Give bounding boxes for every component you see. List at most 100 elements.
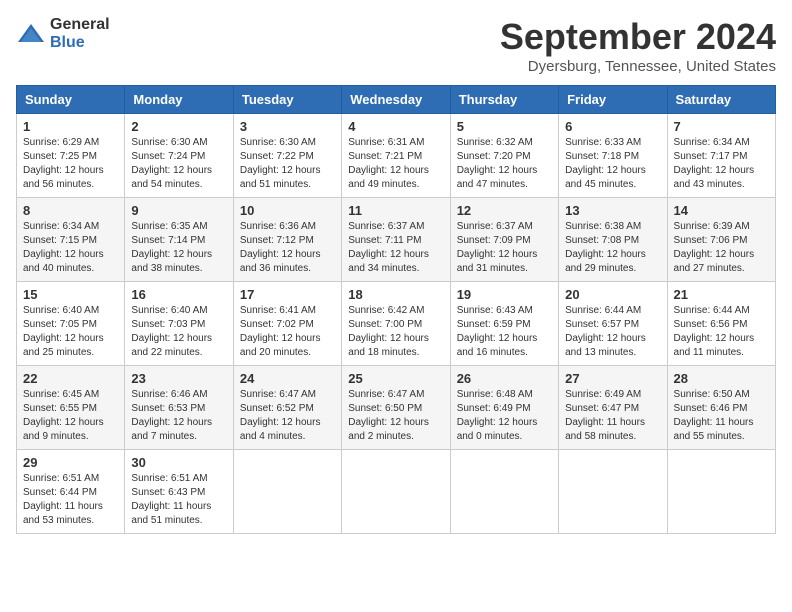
calendar-cell: 8 Sunrise: 6:34 AM Sunset: 7:15 PM Daylig… [17, 198, 125, 282]
day-number: 13 [565, 203, 660, 218]
day-info: Sunrise: 6:30 AM Sunset: 7:22 PM Dayligh… [240, 136, 335, 192]
calendar-cell: 27Sunrise: 6:49 AM Sunset: 6:47 PM Dayli… [559, 366, 667, 450]
day-info: Sunrise: 6:51 AM Sunset: 6:43 PM Dayligh… [131, 472, 226, 528]
calendar-cell: 25Sunrise: 6:47 AM Sunset: 6:50 PM Dayli… [342, 366, 450, 450]
calendar-cell: 3 Sunrise: 6:30 AM Sunset: 7:22 PM Daylig… [233, 114, 341, 198]
day-number: 20 [565, 287, 660, 302]
day-number: 11 [348, 203, 443, 218]
day-number: 28 [674, 371, 769, 386]
day-info: Sunrise: 6:34 AM Sunset: 7:17 PM Dayligh… [674, 136, 769, 192]
calendar-cell: 18 Sunrise: 6:42 AM Sunset: 7:00 PM Dayli… [342, 282, 450, 366]
calendar-week-5: 29 Sunrise: 6:51 AM Sunset: 6:44 PM Dayli… [17, 450, 776, 534]
day-info: Sunrise: 6:48 AM Sunset: 6:49 PM Dayligh… [457, 388, 552, 444]
day-info: Sunrise: 6:31 AM Sunset: 7:21 PM Dayligh… [348, 136, 443, 192]
calendar-cell: 19Sunrise: 6:43 AM Sunset: 6:59 PM Dayli… [450, 282, 558, 366]
calendar-cell: 10 Sunrise: 6:36 AM Sunset: 7:12 PM Dayli… [233, 198, 341, 282]
weekday-header-tuesday: Tuesday [233, 86, 341, 114]
weekday-header-sunday: Sunday [17, 86, 125, 114]
calendar-cell: 7 Sunrise: 6:34 AM Sunset: 7:17 PM Daylig… [667, 114, 775, 198]
day-info: Sunrise: 6:38 AM Sunset: 7:08 PM Dayligh… [565, 220, 660, 276]
logo: General Blue [16, 16, 110, 52]
day-info: Sunrise: 6:44 AM Sunset: 6:57 PM Dayligh… [565, 304, 660, 360]
day-number: 18 [348, 287, 443, 302]
calendar-cell: 13 Sunrise: 6:38 AM Sunset: 7:08 PM Dayli… [559, 198, 667, 282]
day-number: 4 [348, 119, 443, 134]
calendar-cell: 2 Sunrise: 6:30 AM Sunset: 7:24 PM Daylig… [125, 114, 233, 198]
calendar-cell: 29 Sunrise: 6:51 AM Sunset: 6:44 PM Dayli… [17, 450, 125, 534]
day-number: 30 [131, 455, 226, 470]
day-info: Sunrise: 6:32 AM Sunset: 7:20 PM Dayligh… [457, 136, 552, 192]
day-number: 21 [674, 287, 769, 302]
day-info: Sunrise: 6:47 AM Sunset: 6:52 PM Dayligh… [240, 388, 335, 444]
calendar-week-1: 1 Sunrise: 6:29 AM Sunset: 7:25 PM Daylig… [17, 114, 776, 198]
calendar-cell: 28 Sunrise: 6:50 AM Sunset: 6:46 PM Dayli… [667, 366, 775, 450]
calendar-cell: 11 Sunrise: 6:37 AM Sunset: 7:11 PM Dayli… [342, 198, 450, 282]
weekday-header-saturday: Saturday [667, 86, 775, 114]
day-info: Sunrise: 6:41 AM Sunset: 7:02 PM Dayligh… [240, 304, 335, 360]
day-number: 7 [674, 119, 769, 134]
day-info: Sunrise: 6:34 AM Sunset: 7:15 PM Dayligh… [23, 220, 118, 276]
day-number: 22 [23, 371, 118, 386]
calendar-week-4: 22 Sunrise: 6:45 AM Sunset: 6:55 PM Dayli… [17, 366, 776, 450]
day-info: Sunrise: 6:43 AM Sunset: 6:59 PM Dayligh… [457, 304, 552, 360]
day-number: 26 [457, 371, 552, 386]
calendar-cell: 9 Sunrise: 6:35 AM Sunset: 7:14 PM Daylig… [125, 198, 233, 282]
calendar-cell [450, 450, 558, 534]
day-info: Sunrise: 6:33 AM Sunset: 7:18 PM Dayligh… [565, 136, 660, 192]
weekday-header-wednesday: Wednesday [342, 86, 450, 114]
day-number: 10 [240, 203, 335, 218]
day-number: 24 [240, 371, 335, 386]
day-number: 9 [131, 203, 226, 218]
logo-blue: Blue [50, 34, 85, 51]
day-info: Sunrise: 6:50 AM Sunset: 6:46 PM Dayligh… [674, 388, 769, 444]
weekday-header-monday: Monday [125, 86, 233, 114]
day-info: Sunrise: 6:45 AM Sunset: 6:55 PM Dayligh… [23, 388, 118, 444]
day-number: 16 [131, 287, 226, 302]
calendar-cell [342, 450, 450, 534]
calendar-table: SundayMondayTuesdayWednesdayThursdayFrid… [16, 85, 776, 534]
calendar-cell: 22 Sunrise: 6:45 AM Sunset: 6:55 PM Dayli… [17, 366, 125, 450]
day-info: Sunrise: 6:47 AM Sunset: 6:50 PM Dayligh… [348, 388, 443, 444]
calendar-cell: 4 Sunrise: 6:31 AM Sunset: 7:21 PM Daylig… [342, 114, 450, 198]
day-info: Sunrise: 6:30 AM Sunset: 7:24 PM Dayligh… [131, 136, 226, 192]
calendar-cell: 26 Sunrise: 6:48 AM Sunset: 6:49 PM Dayli… [450, 366, 558, 450]
day-info: Sunrise: 6:37 AM Sunset: 7:11 PM Dayligh… [348, 220, 443, 276]
day-info: Sunrise: 6:42 AM Sunset: 7:00 PM Dayligh… [348, 304, 443, 360]
day-info: Sunrise: 6:44 AM Sunset: 6:56 PM Dayligh… [674, 304, 769, 360]
day-info: Sunrise: 6:51 AM Sunset: 6:44 PM Dayligh… [23, 472, 118, 528]
day-info: Sunrise: 6:36 AM Sunset: 7:12 PM Dayligh… [240, 220, 335, 276]
calendar-cell: 17 Sunrise: 6:41 AM Sunset: 7:02 PM Dayli… [233, 282, 341, 366]
calendar-cell: 21 Sunrise: 6:44 AM Sunset: 6:56 PM Dayli… [667, 282, 775, 366]
day-info: Sunrise: 6:29 AM Sunset: 7:25 PM Dayligh… [23, 136, 118, 192]
day-info: Sunrise: 6:37 AM Sunset: 7:09 PM Dayligh… [457, 220, 552, 276]
day-number: 6 [565, 119, 660, 134]
page-header: General Blue September 2024 Dyersburg, T… [16, 16, 776, 75]
calendar-cell: 24 Sunrise: 6:47 AM Sunset: 6:52 PM Dayli… [233, 366, 341, 450]
day-info: Sunrise: 6:35 AM Sunset: 7:14 PM Dayligh… [131, 220, 226, 276]
weekday-header-friday: Friday [559, 86, 667, 114]
day-number: 23 [131, 371, 226, 386]
day-number: 15 [23, 287, 118, 302]
calendar-week-2: 8 Sunrise: 6:34 AM Sunset: 7:15 PM Daylig… [17, 198, 776, 282]
month-title: September 2024 [500, 16, 776, 58]
calendar-cell [233, 450, 341, 534]
calendar-cell: 5Sunrise: 6:32 AM Sunset: 7:20 PM Daylig… [450, 114, 558, 198]
day-number: 12 [457, 203, 552, 218]
calendar-cell: 14Sunrise: 6:39 AM Sunset: 7:06 PM Dayli… [667, 198, 775, 282]
day-info: Sunrise: 6:40 AM Sunset: 7:03 PM Dayligh… [131, 304, 226, 360]
calendar-cell: 6 Sunrise: 6:33 AM Sunset: 7:18 PM Daylig… [559, 114, 667, 198]
weekday-header-row: SundayMondayTuesdayWednesdayThursdayFrid… [17, 86, 776, 114]
day-number: 3 [240, 119, 335, 134]
day-number: 17 [240, 287, 335, 302]
day-number: 8 [23, 203, 118, 218]
calendar-cell [559, 450, 667, 534]
day-number: 2 [131, 119, 226, 134]
calendar-cell: 15Sunrise: 6:40 AM Sunset: 7:05 PM Dayli… [17, 282, 125, 366]
day-number: 27 [565, 371, 660, 386]
day-number: 29 [23, 455, 118, 470]
weekday-header-thursday: Thursday [450, 86, 558, 114]
calendar-cell [667, 450, 775, 534]
day-number: 1 [23, 119, 118, 134]
location: Dyersburg, Tennessee, United States [500, 58, 776, 75]
logo-general: General [50, 16, 110, 33]
